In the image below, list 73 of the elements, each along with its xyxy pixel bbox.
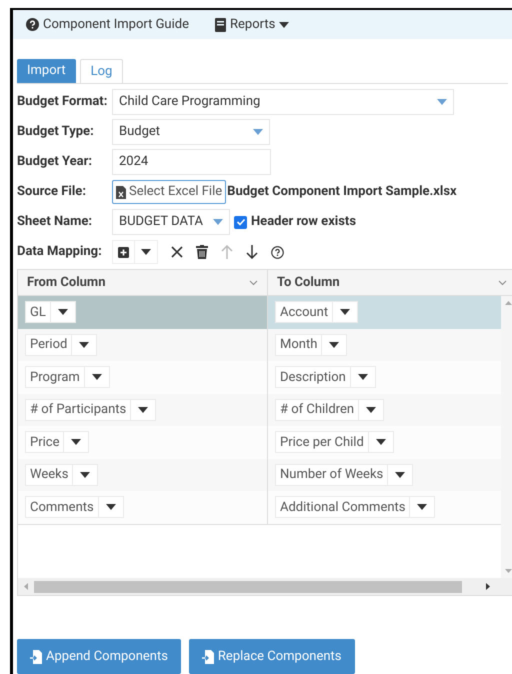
file-import-icon — [30, 650, 42, 664]
help-icon[interactable] — [271, 246, 284, 258]
caret-icon — [437, 99, 447, 105]
column-dropdown[interactable]: Month — [275, 334, 348, 356]
year-field[interactable]: 2024 — [112, 149, 271, 175]
caret-icon — [92, 374, 102, 380]
column-dropdown[interactable]: Program — [25, 366, 110, 388]
chevron-down-icon — [249, 280, 258, 286]
field-label: Budget Type: — [17, 123, 95, 142]
column-dropdown[interactable]: Additional Comments — [275, 496, 436, 518]
tab[interactable]: Import — [17, 59, 76, 83]
caret-icon — [253, 129, 263, 135]
column-dropdown[interactable]: Description — [275, 366, 376, 388]
field-label: Source File: — [17, 183, 87, 202]
caret-icon — [417, 504, 428, 510]
mapping-row[interactable]: Weeks Number of Weeks — [18, 458, 501, 491]
caret-icon — [58, 309, 68, 316]
caret-icon — [358, 374, 368, 380]
caret-icon — [138, 406, 148, 413]
guide-link[interactable]: Component Import Guide — [26, 14, 189, 34]
column-dropdown[interactable]: Weeks — [25, 464, 98, 486]
column-header[interactable]: To Column — [268, 270, 512, 295]
field-label: Data Mapping: — [17, 243, 103, 262]
import-button[interactable]: Replace Components — [188, 639, 354, 674]
caret-icon — [213, 219, 223, 225]
caret-icon — [366, 406, 376, 413]
select-file-button[interactable]: Select Excel File — [112, 180, 226, 204]
caret-icon — [329, 342, 340, 348]
caret-icon — [376, 439, 386, 446]
horizontal-scrollbar[interactable] — [18, 578, 512, 595]
column-dropdown[interactable]: Price — [25, 431, 90, 454]
chevron-down-icon — [498, 280, 507, 286]
file-name: Budget Component Import Sample.xlsx — [227, 183, 457, 202]
header-row-checkbox[interactable]: Header row exists — [234, 212, 356, 232]
caret-icon — [340, 309, 350, 316]
reports-menu[interactable]: Reports — [214, 14, 290, 34]
checkmark-icon — [236, 217, 246, 227]
field-label: Budget Format: — [17, 93, 108, 112]
caret-icon — [279, 22, 290, 28]
column-dropdown[interactable]: # of Children — [275, 398, 384, 421]
caret-icon — [80, 472, 90, 478]
mapping-row[interactable]: Period Month — [18, 328, 501, 361]
book-icon — [214, 18, 226, 32]
column-dropdown[interactable]: GL — [25, 301, 76, 324]
column-dropdown[interactable]: Number of Weeks — [275, 464, 414, 486]
add-icon — [118, 246, 129, 258]
column-dropdown[interactable]: Comments — [25, 496, 124, 518]
select-field[interactable]: Child Care Programming — [112, 89, 454, 115]
field-label: Sheet Name: — [17, 213, 94, 232]
column-dropdown[interactable]: Period — [25, 334, 98, 356]
trash-icon[interactable] — [196, 245, 208, 259]
caret-icon — [71, 439, 82, 446]
caret-icon — [395, 472, 406, 478]
caret-icon — [106, 504, 116, 510]
select-field[interactable]: BUDGET DATA — [112, 209, 230, 235]
excel-file-icon — [116, 186, 126, 198]
mapping-row[interactable]: # of Participants # of Children — [18, 394, 501, 426]
import-button[interactable]: Append Components — [17, 639, 181, 674]
file-import-icon — [202, 650, 214, 664]
field-label: Budget Year: — [17, 153, 94, 172]
scroll-right-icon[interactable] — [486, 583, 490, 590]
help-icon — [26, 18, 39, 31]
arrow-down-icon[interactable] — [246, 245, 258, 259]
column-header[interactable]: From Column — [18, 270, 268, 295]
select-field[interactable]: Budget — [112, 119, 270, 145]
caret-icon — [141, 249, 151, 255]
column-dropdown[interactable]: # of Participants — [25, 398, 156, 421]
close-icon[interactable] — [171, 246, 183, 258]
tab[interactable]: Log — [80, 59, 124, 83]
column-dropdown[interactable]: Price per Child — [275, 431, 394, 454]
add-split-button[interactable] — [112, 240, 158, 264]
column-dropdown[interactable]: Account — [275, 301, 358, 324]
caret-icon — [79, 342, 90, 348]
